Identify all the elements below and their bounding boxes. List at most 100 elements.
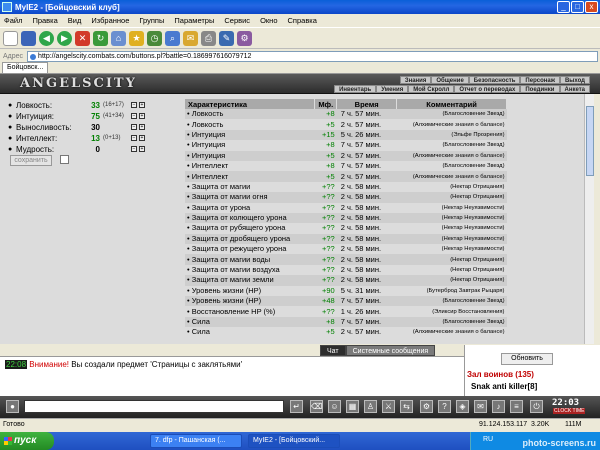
help-icon[interactable]: ? (438, 400, 451, 413)
nav-duels[interactable]: Поединки (520, 85, 560, 93)
task-button-2[interactable]: MyIE2 - [Бойцовский... (248, 434, 340, 448)
increase-icon[interactable]: + (139, 102, 145, 108)
back-icon[interactable]: ◀ (39, 30, 54, 46)
increase-icon[interactable]: + (139, 146, 145, 152)
filter-icon[interactable]: ▦ (346, 400, 359, 413)
favorites-icon[interactable]: ★ (129, 30, 144, 46)
task-button-1[interactable]: 7. dfp - Пашанская (... (150, 434, 242, 448)
cell-comment: (Нектар Отрицания) (396, 264, 507, 276)
decrease-icon[interactable]: − (131, 113, 137, 119)
nav-communication[interactable]: Общение (431, 76, 469, 84)
stop-icon[interactable]: ✕ (75, 30, 90, 46)
nav-skills[interactable]: Умения (376, 85, 409, 93)
increase-icon[interactable]: + (139, 124, 145, 130)
nav-knowledge[interactable]: Знания (399, 76, 432, 84)
cell-characteristic: • Интуиция (185, 129, 315, 141)
cell-characteristic: • Защита от дробящего урона (185, 233, 315, 245)
options-icon[interactable]: ≡ (510, 400, 523, 413)
refresh-button[interactable]: Обновить (501, 353, 553, 365)
cell-comment: (Алхимические знания о балансе) (396, 119, 507, 130)
close-button[interactable]: x (585, 1, 598, 13)
stat-row-intuition: ● Интуиция: 75 (41+34) − + (8, 111, 178, 121)
cell-comment: (Нектар Неуязвимости) (396, 202, 507, 213)
menu-window[interactable]: Окно (260, 16, 277, 25)
decrease-icon[interactable]: − (131, 135, 137, 141)
clear-icon[interactable]: ⌫ (310, 400, 323, 413)
cell-time: 7 ч. 57 мин. (336, 316, 397, 328)
tab-system-messages[interactable]: Системные сообщения (345, 345, 436, 356)
decrease-icon[interactable]: − (131, 124, 137, 130)
nav-profile[interactable]: Анкета (559, 85, 590, 93)
toolbar: ◀ ▶ ✕ ↻ ⌂ ★ ◷ ⌕ ✉ ⎙ ✎ ⚙ (0, 27, 600, 49)
exit-icon[interactable]: ⏻ (530, 400, 543, 413)
mail-icon[interactable]: ✉ (474, 400, 487, 413)
fight-icon[interactable]: ⚔ (382, 400, 395, 413)
cell-time: 2 ч. 57 мин. (336, 150, 397, 161)
minimize-button[interactable]: _ (557, 1, 570, 13)
forward-icon[interactable]: ▶ (57, 30, 72, 46)
person-icon[interactable]: ♙ (364, 400, 377, 413)
menu-favorites[interactable]: Избранное (91, 16, 129, 25)
home-icon[interactable]: ⌂ (111, 30, 126, 46)
scroll-thumb[interactable] (586, 106, 594, 176)
start-button[interactable]: пуск (0, 432, 54, 450)
nav-my-scroll[interactable]: Мой Скролл (408, 85, 455, 93)
status-bar: Готово 91.124.153.117 3.20K 111M (0, 418, 600, 432)
nav-exit[interactable]: Выход (559, 76, 590, 84)
increase-icon[interactable]: + (139, 113, 145, 119)
tab-chat[interactable]: Чат (320, 345, 346, 356)
options-icon[interactable]: ⚙ (237, 30, 252, 46)
cell-time: 2 ч. 58 мин. (336, 192, 397, 203)
cell-mf: +8 (314, 316, 337, 328)
sound-icon[interactable]: ♪ (492, 400, 505, 413)
menu-options[interactable]: Параметры (174, 16, 214, 25)
cell-time: 2 ч. 57 мин. (336, 119, 397, 130)
player-name[interactable]: Snak anti killer[8] (471, 382, 537, 391)
table-row: • Ловкость +5 2 ч. 57 мин. (Алхимические зн… (185, 119, 507, 130)
save-icon[interactable] (21, 30, 36, 46)
send-icon[interactable]: ↵ (290, 400, 303, 413)
print-icon[interactable]: ⎙ (201, 30, 216, 46)
stat-name: Интеллект: (16, 133, 58, 143)
stat-bonus: (0+13) (103, 135, 121, 141)
history-icon[interactable]: ◷ (147, 30, 162, 46)
mail-icon[interactable]: ✉ (183, 30, 198, 46)
search-icon[interactable]: ⌕ (165, 30, 180, 46)
new-page-icon[interactable] (3, 30, 18, 46)
tab-combats[interactable]: Бойцовск... (2, 62, 49, 73)
nav-transfer-report[interactable]: Отчет о переводах (454, 85, 521, 93)
map-icon[interactable]: ◈ (456, 400, 469, 413)
save-stats-button[interactable]: сохранить (10, 155, 52, 166)
edit-icon[interactable]: ✎ (219, 30, 234, 46)
refresh-icon[interactable]: ↻ (93, 30, 108, 46)
nav-character[interactable]: Персонаж (520, 76, 560, 84)
url-input[interactable]: http://angelscity.combats.com/buttons.pl… (27, 50, 598, 62)
save-checkbox[interactable] (60, 155, 69, 164)
increase-icon[interactable]: + (139, 135, 145, 141)
language-indicator[interactable]: RU (483, 436, 493, 443)
settings-icon[interactable]: ⚙ (420, 400, 433, 413)
maximize-button[interactable]: □ (571, 1, 584, 13)
cell-characteristic: • Защита от магии (185, 181, 315, 193)
menu-tools[interactable]: Сервис (224, 16, 250, 25)
decrease-icon[interactable]: − (131, 102, 137, 108)
cell-characteristic: • Защита от магии воды (185, 254, 315, 265)
game-header: ANGELSCITY Знания Общение Безопасность П… (0, 74, 600, 94)
menu-help[interactable]: Справка (288, 16, 317, 25)
menu-view[interactable]: Вид (68, 16, 82, 25)
menu-file[interactable]: Файл (4, 16, 22, 25)
stat-value: 33 (91, 100, 100, 110)
smile-icon[interactable]: ☺ (328, 400, 341, 413)
menu-edit[interactable]: Правка (32, 16, 57, 25)
window-titlebar[interactable]: MyIE2 - [Бойцовский клуб] _ □ x (0, 0, 600, 14)
effects-scrollbar[interactable] (584, 94, 594, 344)
chat-input[interactable] (24, 400, 284, 413)
nav-inventory[interactable]: Инвентарь (334, 85, 377, 93)
room-title: Зал воинов (135) (467, 370, 534, 379)
chat-mode-icon[interactable]: ● (6, 400, 19, 413)
decrease-icon[interactable]: − (131, 146, 137, 152)
trade-icon[interactable]: ⇆ (400, 400, 413, 413)
chat-warning: Внимание! (29, 360, 69, 369)
menu-groups[interactable]: Группы (139, 16, 164, 25)
nav-security[interactable]: Безопасность (468, 76, 521, 84)
